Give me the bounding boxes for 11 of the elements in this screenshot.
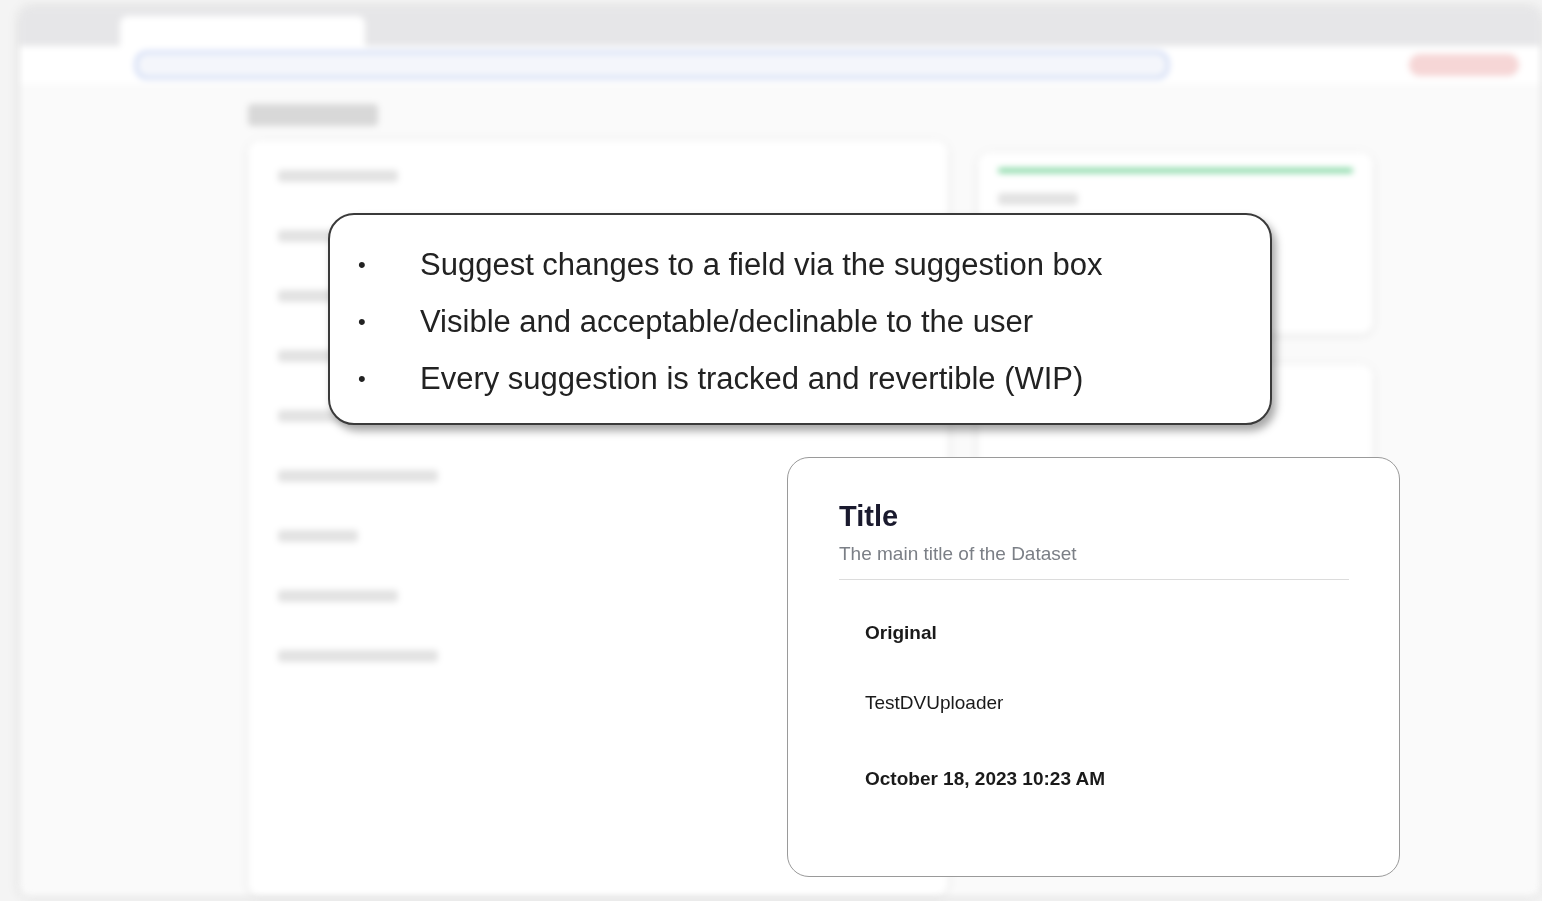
bullet-text: Every suggestion is tracked and revertible (WIP)	[420, 361, 1084, 397]
card-subtitle: The main title of the Dataset	[839, 543, 1078, 565]
bullet-text: Visible and acceptable/declinable to the user	[420, 304, 1033, 340]
bullet-marker: •	[358, 366, 367, 392]
timestamp: October 18, 2023 10:23 AM	[865, 768, 1107, 790]
bullet-marker: •	[358, 252, 367, 278]
original-value: TestDVUploader	[865, 692, 1005, 714]
bullet-text: Suggest changes to a field via the suggestion box	[420, 247, 1103, 283]
bullet-marker: •	[358, 309, 367, 335]
card-title: Title	[839, 500, 900, 533]
section-label: Original	[865, 622, 938, 644]
